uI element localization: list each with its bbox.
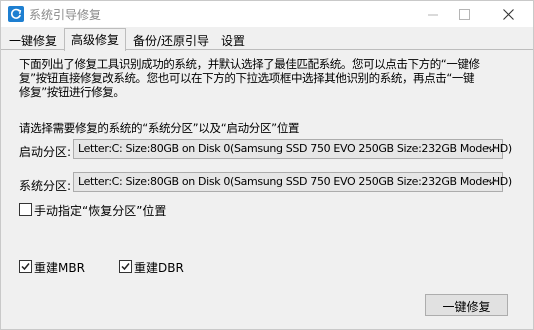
checkmark-icon [21, 263, 30, 271]
boot-partition-select[interactable]: Letter:C: Size:80GB on Disk 0(Samsung SS… [73, 139, 512, 159]
description-line: 修复”按钮进行修复。 [19, 85, 125, 99]
tab-backup-restore[interactable]: 备份/还原引导 [128, 30, 214, 50]
manual-recovery-label: 手动指定“恢复分区”位置 [34, 204, 167, 218]
tab-settings[interactable]: 设置 [215, 30, 251, 50]
tab-strip: 一键修复 高级修复 备份/还原引导 设置 [1, 28, 533, 51]
repair-window: 系统引导修复 一键修复 高级修复 备份/还原引导 设置 下面列出了修复工具识别成… [0, 0, 534, 330]
rebuild-dbr-label: 重建DBR [134, 261, 184, 275]
maximize-icon [459, 9, 470, 20]
checkmark-icon [121, 263, 130, 271]
description-line: 复”按钮直接修复改系统。您也可以在下方的下拉选项框中选择其他识别的系统，再点击“… [19, 71, 475, 85]
close-icon [503, 9, 514, 20]
close-button[interactable] [490, 1, 526, 27]
system-partition-value: Letter:C: Size:80GB on Disk 0(Samsung SS… [78, 175, 512, 188]
boot-partition-label: 启动分区: [19, 145, 72, 159]
chevron-down-icon [487, 146, 496, 152]
minimize-icon [428, 14, 438, 16]
system-partition-label: 系统分区: [19, 179, 72, 193]
refresh-icon [8, 6, 24, 22]
boot-partition-value: Letter:C: Size:80GB on Disk 0(Samsung SS… [78, 142, 512, 155]
title-bar: 系统引导修复 [1, 1, 533, 27]
window-title: 系统引导修复 [29, 8, 102, 22]
description-line: 下面列出了修复工具识别成功的系统，并默认选择了最佳匹配系统。您可以点击下方的“一… [19, 57, 480, 71]
partition-prompt: 请选择需要修复的系统的“系统分区”以及“启动分区”位置 [19, 121, 300, 135]
rebuild-mbr-label: 重建MBR [34, 261, 85, 275]
tab-one-click-repair[interactable]: 一键修复 [3, 30, 63, 50]
maximize-button[interactable] [446, 1, 482, 27]
system-partition-select[interactable]: Letter:C: Size:80GB on Disk 0(Samsung SS… [73, 172, 512, 192]
tab-advanced-repair[interactable]: 高级修复 [64, 28, 126, 51]
description-text: 下面列出了修复工具识别成功的系统，并默认选择了最佳匹配系统。您可以点击下方的“一… [19, 57, 529, 99]
checkbox-box[interactable] [19, 203, 32, 216]
checkbox-box[interactable] [119, 260, 132, 273]
chevron-down-icon [487, 179, 496, 185]
one-click-repair-button[interactable]: 一键修复 [425, 294, 508, 316]
checkbox-box[interactable] [19, 260, 32, 273]
